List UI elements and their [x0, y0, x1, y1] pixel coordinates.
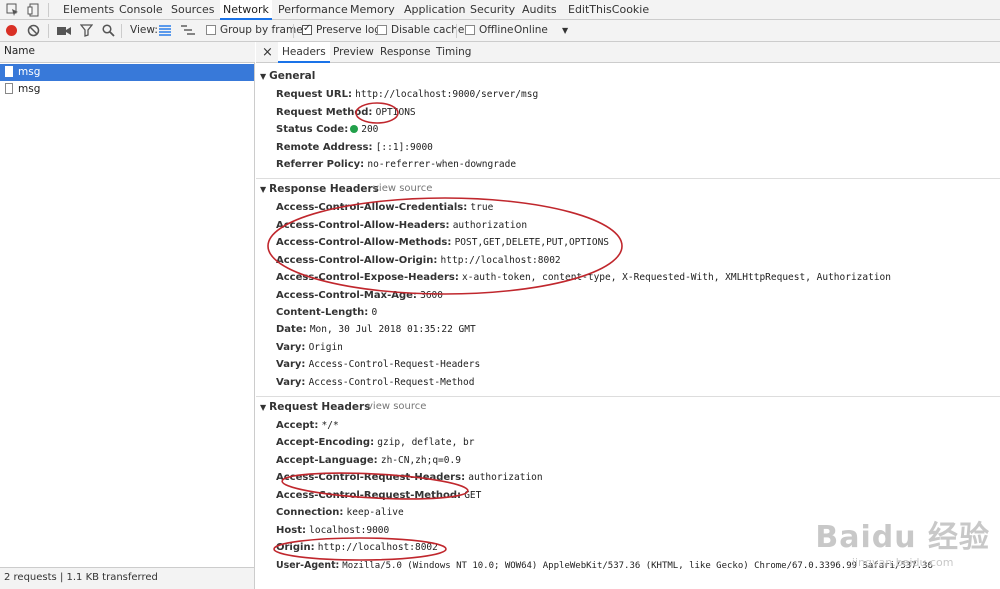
tab-preview[interactable]: Preview [333, 42, 374, 63]
screenshot-camera-icon[interactable] [57, 25, 71, 36]
header-row: Access-Control-Allow-Credentials: true [276, 202, 494, 213]
search-icon[interactable] [102, 24, 115, 37]
section-title: Request Headers [269, 401, 371, 413]
tab-security[interactable]: Security [470, 0, 515, 20]
header-row: Accept-Language: zh-CN,zh;q=0.9 [276, 455, 461, 466]
view-label: View: [130, 24, 158, 36]
tab-editthiscookie[interactable]: EditThisCookie [568, 0, 649, 20]
header-row: Referrer Policy: no-referrer-when-downgr… [276, 159, 517, 170]
header-row: Content-Length: 0 [276, 307, 378, 318]
divider [121, 24, 122, 38]
header-row: Status Code: 200 [276, 124, 379, 135]
divider [256, 396, 1000, 397]
collapse-triangle-icon: ▼ [260, 72, 267, 81]
large-rows-icon[interactable] [159, 25, 171, 36]
tab-sources[interactable]: Sources [171, 0, 215, 20]
status-ok-icon [350, 125, 359, 133]
request-row[interactable]: msg [0, 64, 254, 81]
record-icon[interactable] [5, 24, 18, 37]
divider [256, 178, 1000, 179]
view-source-link[interactable]: view source [367, 401, 426, 412]
header-row: Vary: Access-Control-Request-Headers [276, 359, 481, 370]
inspect-element-icon[interactable] [6, 3, 20, 17]
detail-tabbar: × Headers Preview Response Timing [256, 42, 1000, 63]
clear-icon[interactable] [27, 24, 40, 37]
collapse-triangle-icon: ▼ [260, 185, 267, 194]
header-row: Vary: Origin [276, 342, 343, 353]
header-row: Origin: http://localhost:8002 [276, 542, 438, 553]
tab-audits[interactable]: Audits [522, 0, 557, 20]
network-summary-status: 2 requests | 1.1 KB transferred [0, 567, 254, 589]
header-row: Request Method: OPTIONS [276, 107, 416, 118]
chevron-down-icon[interactable]: ▼ [562, 26, 568, 35]
header-row: Access-Control-Allow-Methods: POST,GET,D… [276, 237, 610, 248]
divider [293, 24, 294, 38]
preserve-log-label[interactable]: Preserve log [316, 24, 381, 36]
header-row: Access-Control-Request-Headers: authoriz… [276, 472, 543, 483]
tab-network[interactable]: Network [220, 0, 272, 20]
close-icon[interactable]: × [262, 42, 273, 63]
watermark-url: jingyan.baidu.com [851, 556, 954, 569]
header-row: Connection: keep-alive [276, 507, 404, 518]
waterfall-overview-icon[interactable] [181, 25, 195, 36]
watermark-brand: Baidu 经验 [815, 520, 990, 555]
tab-console[interactable]: Console [119, 0, 163, 20]
document-icon [5, 66, 13, 77]
device-toolbar-icon[interactable] [27, 3, 41, 17]
devtools-tabbar: Elements Console Sources Network Perform… [0, 0, 1000, 20]
throttling-select[interactable]: Online [514, 24, 548, 36]
name-column-header[interactable]: Name [0, 42, 255, 63]
general-section-header[interactable]: ▼ General [260, 70, 315, 82]
tab-timing[interactable]: Timing [436, 42, 471, 63]
disable-cache-label[interactable]: Disable cache [391, 24, 464, 36]
view-source-link[interactable]: view source [373, 183, 432, 194]
header-row: Accept: */* [276, 420, 339, 431]
tab-headers[interactable]: Headers [278, 42, 330, 63]
section-title: General [269, 70, 316, 82]
section-title: Response Headers [269, 183, 379, 195]
tab-memory[interactable]: Memory [350, 0, 395, 20]
baidu-watermark: Baidu 经验 jingyan.baidu.com [815, 512, 990, 569]
tab-response[interactable]: Response [380, 42, 430, 63]
document-icon [5, 83, 13, 94]
request-name: msg [18, 83, 41, 95]
offline-checkbox[interactable] [465, 25, 475, 35]
divider [48, 3, 49, 17]
tab-performance[interactable]: Performance [278, 0, 348, 20]
header-row: Access-Control-Max-Age: 3600 [276, 290, 443, 301]
header-row: Access-Control-Allow-Origin: http://loca… [276, 255, 561, 266]
network-toolbar: View: Group by frame Preserve log Disabl… [0, 20, 1000, 42]
tab-application[interactable]: Application [404, 0, 465, 20]
response-headers-section-header[interactable]: ▼ Response Headers [260, 183, 379, 195]
offline-label[interactable]: Offline [479, 24, 513, 36]
header-row: Date: Mon, 30 Jul 2018 01:35:22 GMT [276, 324, 476, 335]
collapse-triangle-icon: ▼ [260, 403, 267, 412]
header-row: Accept-Encoding: gzip, deflate, br [276, 437, 475, 448]
request-row[interactable]: msg [0, 81, 254, 98]
group-by-frame-checkbox[interactable] [206, 25, 216, 35]
request-detail-panel: × Headers Preview Response Timing ▼ Gener… [256, 42, 1000, 589]
header-row: Remote Address: [::1]:9000 [276, 142, 433, 153]
group-by-frame-label[interactable]: Group by frame [220, 24, 303, 36]
header-row: Vary: Access-Control-Request-Method [276, 377, 475, 388]
header-row: Access-Control-Allow-Headers: authorizat… [276, 220, 528, 231]
header-row: Access-Control-Request-Method: GET [276, 490, 482, 501]
divider [456, 24, 457, 38]
filter-icon[interactable] [80, 24, 93, 37]
request-list-panel: Name msg msg 2 requests | 1.1 KB transfe… [0, 42, 255, 589]
request-name: msg [18, 66, 41, 78]
header-row: Host: localhost:9000 [276, 525, 390, 536]
tab-elements[interactable]: Elements [63, 0, 114, 20]
header-row: Request URL: http://localhost:9000/serve… [276, 89, 539, 100]
preserve-log-checkbox[interactable] [302, 23, 312, 35]
disable-cache-checkbox[interactable] [377, 25, 387, 35]
divider [48, 24, 49, 38]
request-headers-section-header[interactable]: ▼ Request Headers [260, 401, 370, 413]
header-row: Access-Control-Expose-Headers: x-auth-to… [276, 272, 891, 283]
